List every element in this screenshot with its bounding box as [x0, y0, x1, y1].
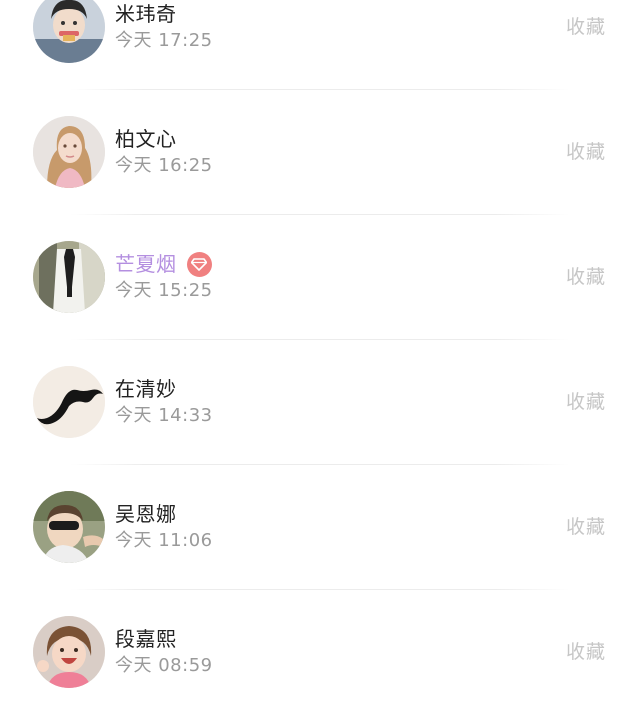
contact-name[interactable]: 吴恩娜	[115, 501, 177, 527]
avatar[interactable]	[33, 241, 105, 313]
avatar[interactable]	[33, 0, 105, 63]
contact-name[interactable]: 芒夏烟	[115, 251, 177, 277]
contact-list: 米玮奇 今天 17:25 收藏 柏文心 今天 16:25 收藏 芒夏烟 今天 1…	[0, 0, 640, 710]
name-line: 柏文心	[115, 126, 177, 152]
list-item[interactable]: 吴恩娜 今天 11:06 收藏	[0, 465, 640, 590]
contact-name[interactable]: 段嘉熙	[115, 626, 177, 652]
avatar[interactable]	[33, 366, 105, 438]
contact-time: 今天 08:59	[115, 655, 213, 676]
contact-name[interactable]: 米玮奇	[115, 1, 177, 27]
boy-avatar-icon	[33, 0, 105, 63]
name-line: 吴恩娜	[115, 501, 177, 527]
name-line: 米玮奇	[115, 1, 177, 27]
contact-name[interactable]: 柏文心	[115, 126, 177, 152]
sunglasses-kid-avatar-icon	[33, 491, 105, 563]
laughing-girl-avatar-icon	[33, 616, 105, 688]
contact-name[interactable]: 在清妙	[115, 376, 177, 402]
contact-time: 今天 11:06	[115, 530, 213, 551]
favorite-button[interactable]: 收藏	[566, 515, 606, 539]
contact-time: 今天 17:25	[115, 30, 213, 51]
mustache-avatar-icon	[33, 366, 105, 438]
contact-time: 今天 16:25	[115, 155, 213, 176]
girl-portrait-avatar-icon	[33, 116, 105, 188]
diamond-icon	[186, 251, 212, 277]
favorite-button[interactable]: 收藏	[566, 15, 606, 39]
name-line: 芒夏烟	[115, 251, 212, 277]
favorite-button[interactable]: 收藏	[566, 140, 606, 164]
avatar[interactable]	[33, 116, 105, 188]
contact-time: 今天 14:33	[115, 405, 213, 426]
avatar[interactable]	[33, 616, 105, 688]
list-item[interactable]: 段嘉熙 今天 08:59 收藏	[0, 590, 640, 715]
avatar[interactable]	[33, 491, 105, 563]
favorite-button[interactable]: 收藏	[566, 390, 606, 414]
contact-time: 今天 15:25	[115, 280, 213, 301]
favorite-button[interactable]: 收藏	[566, 640, 606, 664]
list-item[interactable]: 米玮奇 今天 17:25 收藏	[0, 0, 640, 90]
name-line: 在清妙	[115, 376, 177, 402]
list-item[interactable]: 柏文心 今天 16:25 收藏	[0, 90, 640, 215]
tie-shirt-avatar-icon	[33, 241, 105, 313]
favorite-button[interactable]: 收藏	[566, 265, 606, 289]
list-item[interactable]: 芒夏烟 今天 15:25 收藏	[0, 215, 640, 340]
list-item[interactable]: 在清妙 今天 14:33 收藏	[0, 340, 640, 465]
name-line: 段嘉熙	[115, 626, 177, 652]
